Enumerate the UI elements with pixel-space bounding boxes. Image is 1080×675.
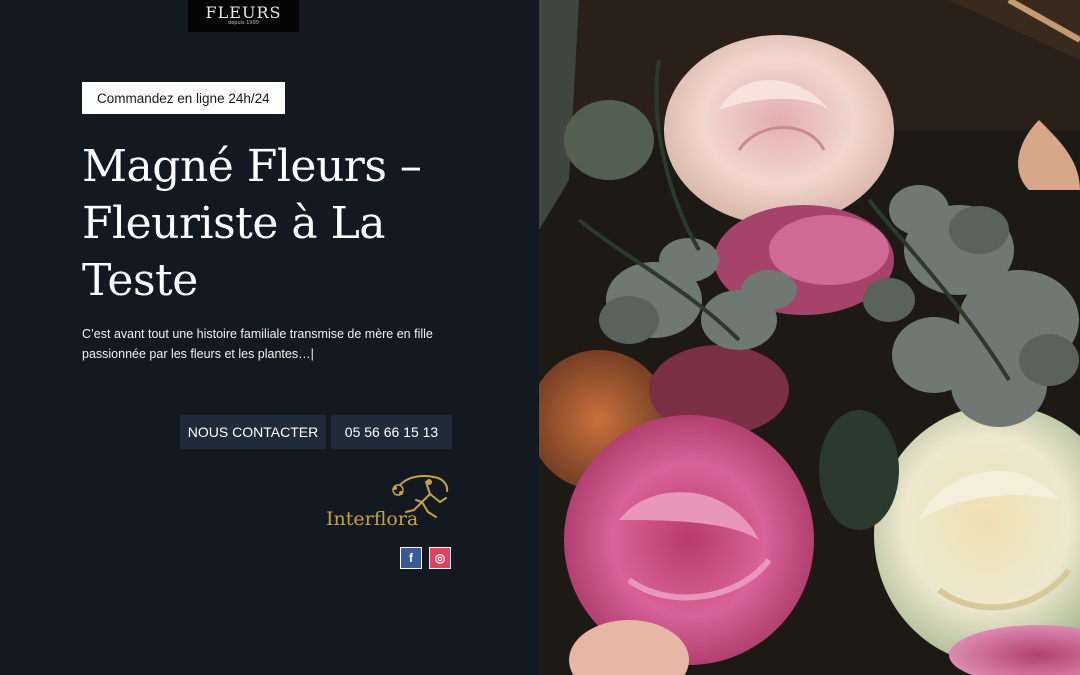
phone-button[interactable]: 05 56 66 15 13 <box>331 415 452 449</box>
instagram-icon[interactable]: ◎ <box>429 547 451 569</box>
order-online-badge[interactable]: Commandez en ligne 24h/24 <box>82 82 285 114</box>
logo-subtitle: depuis 1999 <box>228 20 259 26</box>
interflora-logo[interactable]: Interflora <box>326 472 452 530</box>
interflora-wordmark: Interflora <box>326 508 418 528</box>
interflora-mercury-icon: Interflora <box>326 475 449 530</box>
contact-button[interactable]: NOUS CONTACTER <box>180 415 326 449</box>
page-title: Magné Fleurs – Fleuriste à La Teste <box>82 141 422 306</box>
logo-text: FLEURS <box>205 3 282 22</box>
bouquet-illustration <box>539 0 1080 675</box>
site-logo[interactable]: FLEURS depuis 1999 <box>188 0 299 32</box>
hero-description: C’est avant tout une histoire familiale … <box>82 327 433 361</box>
flower-bouquet-image <box>539 0 1080 675</box>
left-panel: FLEURS depuis 1999 Commandez en ligne 24… <box>0 0 539 675</box>
facebook-icon[interactable]: f <box>400 547 422 569</box>
